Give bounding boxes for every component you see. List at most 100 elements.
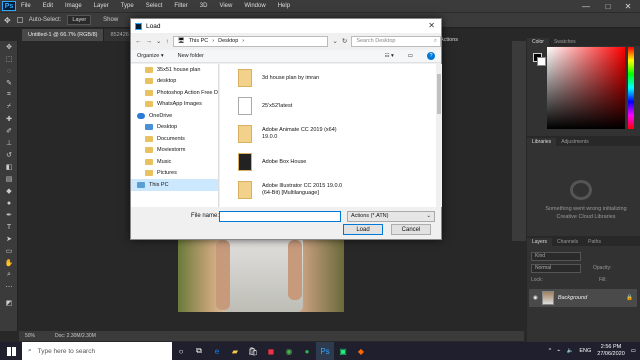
eyedropper-tool-icon[interactable]: ⌿: [0, 101, 18, 113]
language-indicator[interactable]: ENG: [579, 348, 591, 354]
nav-item-onedrive[interactable]: OneDrive: [131, 110, 218, 122]
quick-select-tool-icon[interactable]: ✎: [0, 77, 18, 89]
volume-icon[interactable]: 🔈: [566, 348, 573, 354]
tab-swatches[interactable]: Swatches: [549, 38, 581, 46]
nav-item-music[interactable]: Music: [131, 156, 218, 168]
menu-select[interactable]: Select: [146, 3, 163, 9]
edge-icon[interactable]: e: [208, 342, 226, 360]
move-tool-icon[interactable]: ✥: [4, 16, 11, 25]
network-icon[interactable]: ⌁: [557, 348, 560, 354]
tab-paths[interactable]: Paths: [583, 238, 606, 246]
layer-row-background[interactable]: ◉ Background 🔒: [529, 289, 637, 307]
menu-3d[interactable]: 3D: [200, 3, 208, 9]
nav-item-photoshop-action[interactable]: Photoshop Action Free D: [131, 87, 218, 99]
move-tool-icon[interactable]: ✥: [0, 41, 18, 53]
organize-button[interactable]: Organize ▾: [137, 53, 164, 59]
up-arrow-icon[interactable]: ↑: [165, 38, 168, 45]
list-item[interactable]: 3d house plan by imran: [220, 64, 436, 92]
color-swatches-icon[interactable]: ◩: [0, 293, 18, 313]
breadcrumb-desktop[interactable]: Desktop: [218, 38, 238, 44]
load-button[interactable]: Load: [343, 224, 383, 235]
list-item[interactable]: 25'x52'latest: [220, 92, 436, 120]
nav-item-desktop-folder[interactable]: desktop: [131, 76, 218, 88]
new-folder-button[interactable]: New folder: [178, 53, 204, 59]
healing-tool-icon[interactable]: ✚: [0, 113, 18, 125]
tab-channels[interactable]: Channels: [552, 238, 583, 246]
dialog-close-button[interactable]: ✕: [428, 21, 435, 30]
notifications-icon[interactable]: ▭: [631, 348, 636, 354]
office-icon[interactable]: ◼: [262, 342, 280, 360]
tab-layers[interactable]: Layers: [527, 238, 553, 246]
menu-edit[interactable]: Edit: [43, 3, 53, 9]
menu-image[interactable]: Image: [65, 3, 82, 9]
lasso-tool-icon[interactable]: ◌: [0, 65, 18, 77]
breadcrumb-this-pc[interactable]: This PC: [189, 38, 209, 44]
store-icon[interactable]: 🛍: [244, 342, 262, 360]
background-color-swatch[interactable]: [537, 57, 546, 66]
marquee-tool-icon[interactable]: ⬚: [0, 53, 18, 65]
shape-tool-icon[interactable]: ▭: [0, 245, 18, 257]
list-item[interactable]: Adobe Illustrator CC 2015 19.0.0 (64-Bit)…: [220, 176, 436, 204]
brush-tool-icon[interactable]: ✐: [0, 125, 18, 137]
tab-adjustments[interactable]: Adjustments: [556, 138, 594, 146]
list-item[interactable]: Adobe Box House: [220, 148, 436, 176]
help-icon[interactable]: ?: [427, 52, 435, 60]
blur-tool-icon[interactable]: ◆: [0, 185, 18, 197]
maximize-button[interactable]: □: [598, 0, 618, 12]
path-select-tool-icon[interactable]: ➤: [0, 233, 18, 245]
blend-mode-select[interactable]: Normal: [531, 264, 581, 273]
address-bar[interactable]: 🖥 This PC › Desktop ›: [172, 35, 329, 47]
menu-window[interactable]: Window: [244, 3, 265, 9]
preview-pane-icon[interactable]: ▭: [408, 53, 413, 59]
menu-help[interactable]: Help: [278, 3, 290, 9]
recent-dropdown-icon[interactable]: ⌄: [156, 37, 161, 45]
tab-color[interactable]: Color: [527, 38, 549, 46]
color-picker-field[interactable]: [547, 47, 625, 129]
file-explorer-icon[interactable]: ▰: [226, 342, 244, 360]
app-icon[interactable]: ◆: [352, 342, 370, 360]
eraser-tool-icon[interactable]: ◧: [0, 161, 18, 173]
eye-icon[interactable]: ◉: [533, 295, 538, 301]
scrollbar-thumb[interactable]: [437, 74, 441, 114]
layer-kind-filter[interactable]: Kind: [531, 252, 581, 261]
file-type-select[interactable]: Actions (*.ATN) ⌄: [347, 210, 435, 222]
pen-tool-icon[interactable]: ✒: [0, 209, 18, 221]
chevron-up-icon[interactable]: ^: [549, 348, 552, 354]
minimize-button[interactable]: —: [576, 0, 596, 12]
nav-item-documents[interactable]: Documents: [131, 133, 218, 145]
search-input[interactable]: Search Desktop ⌕: [351, 35, 441, 47]
nav-item-35x51-house-plan[interactable]: 35x51 house plan: [131, 64, 218, 76]
close-app-button[interactable]: ✕: [618, 0, 638, 12]
app-icon[interactable]: ●: [298, 342, 316, 360]
nav-item-pictures[interactable]: Pictures: [131, 168, 218, 180]
menu-file[interactable]: File: [21, 3, 31, 9]
auto-select-checkbox[interactable]: [16, 17, 23, 23]
file-name-input[interactable]: [219, 210, 341, 222]
dodge-tool-icon[interactable]: ●: [0, 197, 18, 209]
menu-layer[interactable]: Layer: [94, 3, 109, 9]
nav-item-whatsapp-images[interactable]: WhatsApp Images: [131, 99, 218, 111]
clock[interactable]: 2:56 PM 27/06/2020: [597, 344, 625, 358]
crop-tool-icon[interactable]: ⌗: [0, 89, 18, 101]
task-view-icon[interactable]: ⧉: [190, 342, 208, 360]
back-arrow-icon[interactable]: ←: [135, 38, 142, 45]
type-tool-icon[interactable]: T: [0, 221, 18, 233]
cancel-button[interactable]: Cancel: [391, 224, 431, 235]
gradient-tool-icon[interactable]: ▤: [0, 173, 18, 185]
nav-item-this-pc[interactable]: This PC: [131, 179, 218, 191]
file-list-scrollbar[interactable]: [436, 64, 442, 207]
start-button[interactable]: [0, 342, 22, 360]
nav-item-moviestorm[interactable]: Moviestorm: [131, 145, 218, 157]
tab-untitled-1[interactable]: Untitled-1 @ 66.7% (RGB/8): [22, 29, 105, 41]
forward-arrow-icon[interactable]: →: [146, 38, 153, 45]
cortana-icon[interactable]: ○: [172, 342, 190, 360]
address-dropdown-icon[interactable]: ⌄: [332, 37, 337, 45]
refresh-icon[interactable]: ↻: [342, 37, 347, 45]
zoom-tool-icon[interactable]: ⌕: [0, 269, 18, 281]
taskbar-search[interactable]: ⌕ Type here to search: [22, 342, 172, 360]
list-item[interactable]: Adobe Animate CC 2019 (x64) 19.0.0: [220, 120, 436, 148]
menu-view[interactable]: View: [219, 3, 232, 9]
auto-select-dropdown[interactable]: Layer: [67, 15, 92, 25]
app-icon[interactable]: ▣: [334, 342, 352, 360]
chrome-icon[interactable]: ◉: [280, 342, 298, 360]
